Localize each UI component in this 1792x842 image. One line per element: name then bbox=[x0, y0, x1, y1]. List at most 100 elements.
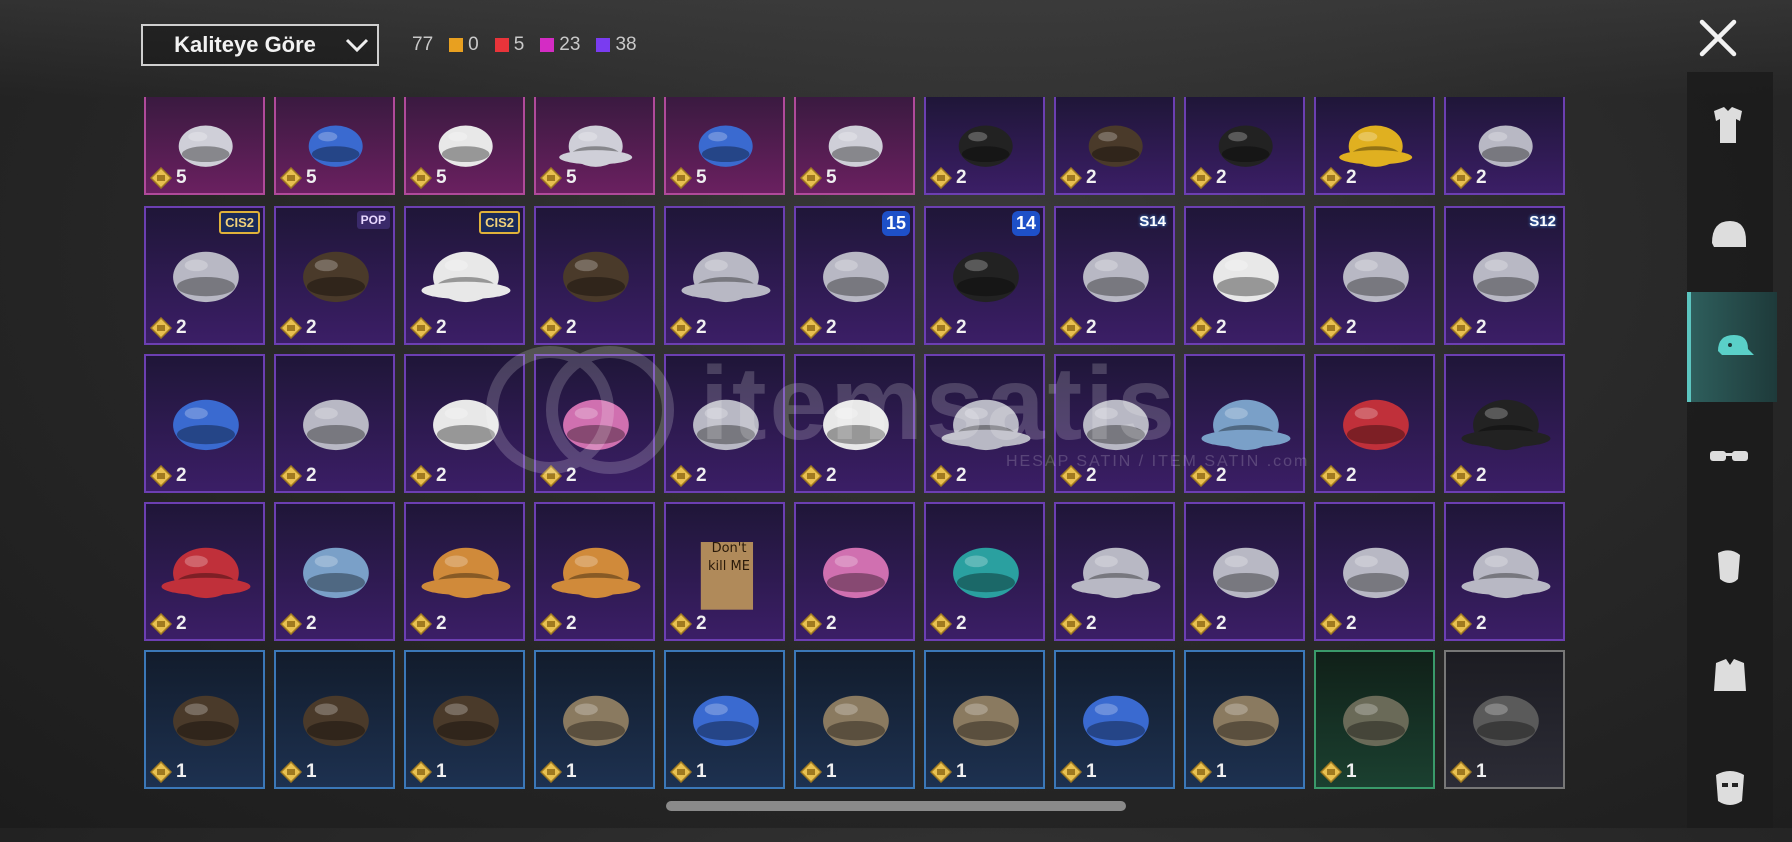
inventory-item[interactable]: 2 bbox=[144, 502, 265, 641]
inventory-item[interactable]: 1 bbox=[1444, 650, 1565, 789]
inventory-item[interactable]: 2 bbox=[664, 354, 785, 493]
close-icon[interactable] bbox=[1696, 16, 1740, 60]
inventory-item[interactable]: 2 bbox=[794, 502, 915, 641]
inventory-item[interactable]: 2 bbox=[664, 206, 785, 345]
inventory-item[interactable]: 1 bbox=[924, 650, 1045, 789]
inventory-item[interactable]: 1 bbox=[404, 650, 525, 789]
inventory-item[interactable]: 1 bbox=[794, 650, 915, 789]
item-quantity: 2 bbox=[1060, 167, 1097, 189]
inventory-item[interactable]: 1 bbox=[1054, 650, 1175, 789]
sidebar-tab-cap[interactable] bbox=[1687, 292, 1777, 402]
quality-coin-icon bbox=[410, 761, 432, 783]
inventory-item[interactable]: S14 2 bbox=[1054, 206, 1175, 345]
item-quantity: 2 bbox=[670, 613, 707, 635]
quantity-value: 2 bbox=[1476, 465, 1487, 486]
inventory-item[interactable]: 2 bbox=[534, 354, 655, 493]
inventory-item[interactable]: 2 bbox=[924, 97, 1045, 195]
inventory-item[interactable]: 2 bbox=[534, 206, 655, 345]
inventory-item[interactable]: 2 bbox=[1314, 97, 1435, 195]
sidebar-tab-face[interactable] bbox=[1687, 512, 1773, 622]
item-quantity: 1 bbox=[1450, 761, 1487, 783]
inventory-item[interactable]: 2 bbox=[1184, 206, 1305, 345]
inventory-item[interactable]: 2 bbox=[1314, 206, 1435, 345]
inventory-item[interactable]: 15 2 bbox=[794, 206, 915, 345]
inventory-item[interactable]: 2 bbox=[404, 354, 525, 493]
sidebar-tab-glasses[interactable] bbox=[1687, 402, 1773, 512]
inventory-item[interactable]: 1 bbox=[534, 650, 655, 789]
item-quantity: 2 bbox=[1320, 465, 1357, 487]
inventory-item[interactable]: Don't kill ME 2 bbox=[664, 502, 785, 641]
inventory-item[interactable]: 2 bbox=[274, 502, 395, 641]
inventory-item[interactable]: 14 2 bbox=[924, 206, 1045, 345]
inventory-item[interactable]: 5 bbox=[404, 97, 525, 195]
quantity-value: 2 bbox=[436, 613, 447, 634]
inventory-item[interactable]: 2 bbox=[1054, 502, 1175, 641]
quality-coin-icon bbox=[540, 613, 562, 635]
sidebar-tab-helmet[interactable] bbox=[1687, 182, 1773, 292]
inventory-item[interactable]: 2 bbox=[1444, 97, 1565, 195]
item-quantity: 2 bbox=[1190, 465, 1227, 487]
quantity-value: 5 bbox=[306, 167, 317, 188]
item-quantity: 2 bbox=[1190, 317, 1227, 339]
inventory-item[interactable]: 2 bbox=[924, 354, 1045, 493]
inventory-item[interactable]: 2 bbox=[1184, 502, 1305, 641]
inventory-item[interactable]: 2 bbox=[1314, 502, 1435, 641]
inventory-item[interactable]: 2 bbox=[404, 502, 525, 641]
inventory-item[interactable]: 2 bbox=[1054, 354, 1175, 493]
quality-coin-icon bbox=[1060, 613, 1082, 635]
inventory-item[interactable]: 2 bbox=[1444, 502, 1565, 641]
cap-icon bbox=[1718, 335, 1754, 355]
inventory-item[interactable]: 5 bbox=[274, 97, 395, 195]
inventory-item[interactable]: 2 bbox=[1444, 354, 1565, 493]
item-quantity: 2 bbox=[1060, 317, 1097, 339]
inventory-item[interactable]: 2 bbox=[1184, 354, 1305, 493]
inventory-item[interactable]: 1 bbox=[274, 650, 395, 789]
sidebar-tab-jacket[interactable] bbox=[1687, 622, 1773, 732]
inventory-item[interactable]: 2 bbox=[274, 354, 395, 493]
quality-coin-icon bbox=[410, 465, 432, 487]
sidebar-tab-outfit[interactable] bbox=[1687, 72, 1773, 182]
chevron-down-icon bbox=[337, 26, 377, 64]
sidebar-tab-mask[interactable] bbox=[1687, 732, 1773, 842]
inventory-item[interactable]: 1 bbox=[1184, 650, 1305, 789]
inventory-item[interactable]: 5 bbox=[534, 97, 655, 195]
item-quantity: 5 bbox=[150, 167, 187, 189]
inventory-item[interactable]: POP 2 bbox=[274, 206, 395, 345]
inventory-item[interactable]: 2 bbox=[924, 502, 1045, 641]
quality-coin-icon bbox=[1060, 317, 1082, 339]
inventory-item[interactable]: 2 bbox=[534, 502, 655, 641]
inventory-item[interactable]: 2 bbox=[794, 354, 915, 493]
inventory-item[interactable]: 2 bbox=[1184, 97, 1305, 195]
inventory-item[interactable]: 2 bbox=[1314, 354, 1435, 493]
quantity-value: 2 bbox=[306, 465, 317, 486]
inventory-item[interactable]: 5 bbox=[144, 97, 265, 195]
horizontal-scrollbar[interactable] bbox=[666, 801, 1126, 811]
inventory-item[interactable]: 1 bbox=[664, 650, 785, 789]
quality-coin-icon bbox=[540, 167, 562, 189]
inventory-item[interactable]: 2 bbox=[144, 354, 265, 493]
inventory-item[interactable]: CIS2 2 bbox=[144, 206, 265, 345]
inventory-item[interactable]: 5 bbox=[664, 97, 785, 195]
quantity-value: 1 bbox=[1216, 761, 1227, 782]
quality-coin-icon bbox=[1190, 613, 1212, 635]
inventory-item[interactable]: 1 bbox=[144, 650, 265, 789]
mask-icon bbox=[1716, 771, 1744, 805]
inventory-item[interactable]: 2 bbox=[1054, 97, 1175, 195]
quality-orange-swatch bbox=[449, 38, 464, 52]
item-quantity: 2 bbox=[1450, 317, 1487, 339]
sort-dropdown[interactable]: Kaliteye Göre bbox=[141, 24, 379, 66]
inventory-item[interactable]: 1 bbox=[1314, 650, 1435, 789]
inventory-item[interactable]: CIS2 2 bbox=[404, 206, 525, 345]
inventory-row: 2 2 2 2 Don't kill ME 2 2 2 2 2 2 2 bbox=[144, 502, 1565, 641]
quality-coin-icon bbox=[1320, 465, 1342, 487]
inventory-item[interactable]: S12 2 bbox=[1444, 206, 1565, 345]
quality-coin-icon bbox=[150, 167, 172, 189]
quantity-value: 2 bbox=[696, 317, 707, 338]
inventory-row: 5 5 5 5 5 5 2 2 2 2 2 bbox=[144, 97, 1565, 195]
quality-coin-icon bbox=[1060, 167, 1082, 189]
item-quantity: 2 bbox=[1320, 613, 1357, 635]
quality-coin-icon bbox=[670, 317, 692, 339]
inventory-item[interactable]: 5 bbox=[794, 97, 915, 195]
count-pink: 23 bbox=[540, 34, 580, 56]
item-quantity: 1 bbox=[670, 761, 707, 783]
